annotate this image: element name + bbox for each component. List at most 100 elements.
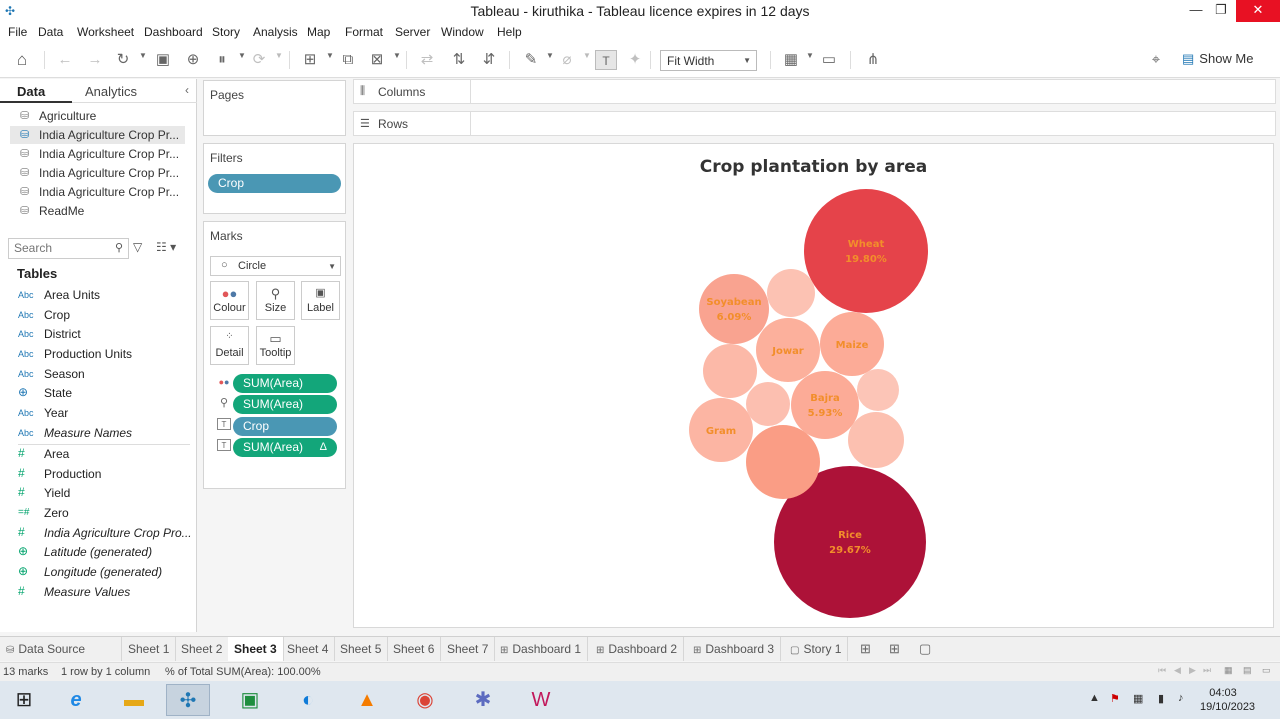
menu-dashboard[interactable]: Dashboard [144,25,203,39]
tab-sheet-5[interactable]: Sheet 5 [334,637,389,661]
volume-icon[interactable]: ♪ [1178,692,1184,704]
size-button[interactable]: ⚲ Size [256,281,295,320]
columns-shelf[interactable]: ⫼ Columns [353,79,1276,104]
chrome-icon[interactable]: ◉ [403,684,447,716]
label-button[interactable]: ▣ Label [301,281,340,320]
new-worksheet-dropdown-icon[interactable]: ▼ [326,51,334,60]
store-icon[interactable]: ▣ [228,684,272,716]
menu-worksheet[interactable]: Worksheet [77,25,134,39]
tab-sheet-2[interactable]: Sheet 2 [175,637,230,661]
bubble-unlabeled-8[interactable] [703,344,757,398]
data-source-item-selected[interactable]: ⛁ India Agriculture Crop Pr... [10,126,185,144]
mark-type-select[interactable]: ○ Circle ▼ [210,256,341,276]
field-dimension[interactable]: Abc District [18,326,193,344]
show-cards-icon[interactable]: ▦ [780,50,802,70]
bubble-wheat[interactable] [804,189,928,313]
detail-button[interactable]: ⁘ Detail [210,326,249,365]
field-dimension[interactable]: Abc Season [18,366,193,384]
restore-button[interactable]: ❐ [1205,0,1237,22]
filters-card[interactable]: Filters Crop [203,143,346,214]
new-worksheet-icon[interactable]: ⊞ [860,641,871,657]
pause-dropdown-icon[interactable]: ▼ [238,51,246,60]
tab-sheet-4[interactable]: Sheet 4 [281,637,336,661]
sort-ascending-icon[interactable]: ⇅ [448,50,470,70]
sort-descending-icon[interactable]: ⇵ [478,50,500,70]
presentation-mode-icon[interactable]: ▭ [818,50,840,70]
edge-icon[interactable]: ◐ [286,684,330,716]
network-alert-icon[interactable]: ⚑ [1110,692,1120,705]
duplicate-sheet-icon[interactable]: ⧉ [337,50,359,70]
replay-dropdown-icon[interactable]: ▼ [139,51,147,60]
field-measure[interactable]: ⊕ Latitude (generated) [18,544,193,562]
data-source-item[interactable]: ⛁ India Agriculture Crop Pr... [10,164,185,182]
bubble-unlabeled-10[interactable] [848,412,904,468]
field-dimension[interactable]: Abc Year [18,405,193,423]
menu-help[interactable]: Help [497,25,522,39]
fix-axes-icon[interactable]: ✦ [624,50,646,70]
field-dimension[interactable]: ⊕ State [18,385,193,403]
colour-button[interactable]: ●● Colour [210,281,249,320]
menu-window[interactable]: Window [441,25,484,39]
menu-file[interactable]: File [8,25,27,39]
search-input[interactable] [14,239,109,257]
network-icon[interactable]: ▦ [1133,692,1143,705]
field-measure[interactable]: # Yield [18,485,193,503]
tab-sheet-1[interactable]: Sheet 1 [122,637,177,661]
tooltip-button[interactable]: ▭ Tooltip [256,326,295,365]
close-button[interactable]: ✕ [1236,0,1280,22]
fit-width-select[interactable]: Fit Width ▼ [660,50,757,71]
show-labels-icon[interactable]: T [595,50,617,70]
data-source-item[interactable]: ⛁ Agriculture [10,107,185,125]
field-measure[interactable]: # Area [18,446,193,464]
clock[interactable]: 04:03 19/10/2023 [1200,686,1255,714]
last-page-icon[interactable]: ⏭ [1203,665,1211,676]
clear-dropdown-icon[interactable]: ▼ [393,51,401,60]
field-measure[interactable]: # Production [18,466,193,484]
encoding-pill-colour[interactable]: SUM(Area) [233,374,337,393]
first-page-icon[interactable]: ⏮ [1158,665,1166,676]
menu-analysis[interactable]: Analysis [253,25,298,39]
bubble-unlabeled-12[interactable] [746,382,790,426]
swap-icon[interactable]: ⇄ [416,50,438,70]
redo-icon[interactable]: → [84,50,106,70]
wps-office-icon[interactable]: W [519,684,563,716]
filter-icon[interactable]: ▽ [133,240,142,254]
next-page-icon[interactable]: ▶ [1189,665,1196,676]
field-measure[interactable]: ⊕ Longitude (generated) [18,564,193,582]
tab-sheet-7[interactable]: Sheet 7 [441,637,496,661]
undo-icon[interactable]: ← [54,50,76,70]
tab-dashboard-3[interactable]: ⊞ Dashboard 3 [687,637,782,661]
battery-icon[interactable]: ▮ [1158,692,1164,705]
file-explorer-icon[interactable]: ▬ [112,684,156,716]
bubble-unlabeled-11[interactable] [857,369,899,411]
bubble-bajra[interactable] [791,371,859,439]
filmstrip-view-icon[interactable]: ▤ [1243,665,1252,676]
highlight-dropdown-icon[interactable]: ▼ [546,51,554,60]
tray-expand-icon[interactable]: ▲ [1089,692,1100,704]
show-cards-dropdown-icon[interactable]: ▼ [806,51,814,60]
save-icon[interactable]: ▣ [152,50,174,70]
field-dimension[interactable]: Abc Area Units [18,287,193,305]
data-source-item[interactable]: ⛁ ReadMe [10,202,185,220]
refresh-icon[interactable]: ⟳ [248,50,270,70]
data-source-item[interactable]: ⛁ India Agriculture Crop Pr... [10,145,185,163]
new-dashboard-icon[interactable]: ⊞ [889,641,900,657]
menu-data[interactable]: Data [38,25,63,39]
rows-shelf[interactable]: ☰ Rows [353,111,1276,136]
field-dimension[interactable]: Abc Crop [18,307,193,325]
home-icon[interactable]: ⌂ [11,50,33,70]
bubble-unlabeled-9[interactable] [767,269,815,317]
group-dropdown-icon[interactable]: ▼ [583,51,591,60]
tab-dashboard-1[interactable]: ⊞ Dashboard 1 [494,637,589,661]
prev-page-icon[interactable]: ◀ [1174,665,1181,676]
group-icon[interactable]: ⌀ [556,50,578,70]
search-icon[interactable]: ⚲ [115,241,123,254]
field-dimension[interactable]: Abc Production Units [18,346,193,364]
refresh-dropdown-icon[interactable]: ▼ [275,51,283,60]
tab-sheet-3[interactable]: Sheet 3 [228,637,284,661]
menu-map[interactable]: Map [307,25,330,39]
collapse-pane-icon[interactable]: ‹ [185,83,189,97]
tableau-taskbar-icon[interactable]: ✣ [166,684,210,716]
encoding-pill-label-crop[interactable]: Crop [233,417,337,436]
pause-updates-icon[interactable]: ⏸ [211,50,233,70]
